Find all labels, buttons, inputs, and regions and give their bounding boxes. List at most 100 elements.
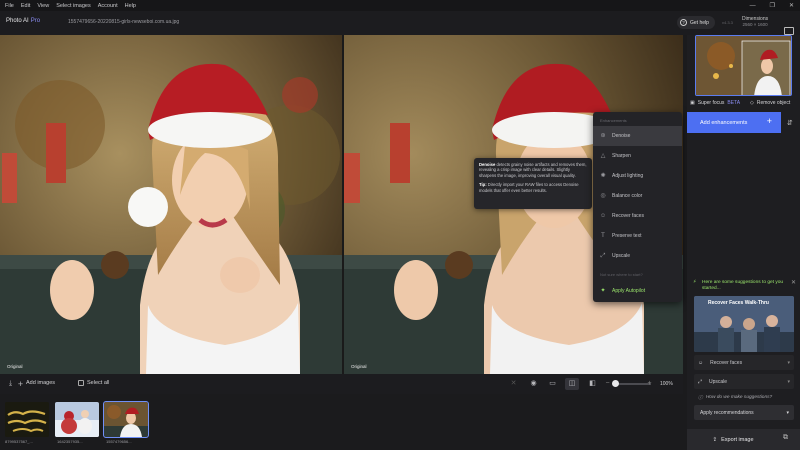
- thumbnail-2[interactable]: [55, 402, 99, 437]
- chevron-down-icon: ▾: [787, 359, 790, 366]
- minimize-icon[interactable]: —: [750, 3, 756, 9]
- zoom-in-icon[interactable]: +: [645, 380, 654, 388]
- filmstrip: 8799537567_... 1642357935... 1557479656.…: [0, 394, 683, 450]
- menu-edit[interactable]: Edit: [21, 3, 30, 9]
- suggestion-recover-faces[interactable]: ☺ Recover faces ▾: [694, 355, 794, 370]
- chevron-down-icon: ▾: [787, 378, 790, 385]
- apply-autopilot-item[interactable]: ✦ Apply Autopilot: [593, 281, 682, 301]
- denoise-icon: ⊛: [600, 133, 606, 139]
- menu-item-label: Denoise: [612, 133, 631, 139]
- suggestions-text: Here are some suggestions to get you sta…: [702, 280, 784, 291]
- image-viewer[interactable]: Original Original Denoise detects grainy…: [0, 35, 683, 374]
- panel-toggle-icon[interactable]: [784, 27, 794, 35]
- suggestion-label: Recover faces: [710, 359, 743, 366]
- menu-view[interactable]: View: [37, 3, 49, 9]
- slider-view-icon[interactable]: ◧: [588, 380, 597, 388]
- menu-item-preserve-text[interactable]: T Preserve text: [593, 226, 682, 246]
- export-settings-icon[interactable]: ⧉: [783, 434, 788, 442]
- tooltip-body: detects grainy noise artifacts and remov…: [479, 162, 587, 178]
- menu-item-label: Adjust lighting: [612, 173, 644, 179]
- eraser-icon: ◇: [750, 100, 754, 106]
- left-pane-label: Original: [7, 364, 23, 369]
- original-pane[interactable]: Original: [0, 35, 342, 374]
- get-help-label: Get help: [690, 19, 709, 26]
- video-title: Recover Faces Walk-Thru: [708, 300, 769, 306]
- remove-object-button[interactable]: ◇ Remove object: [750, 100, 790, 106]
- beta-badge: BETA: [727, 100, 741, 106]
- eye-icon[interactable]: ◉: [529, 380, 538, 388]
- text-icon: T: [601, 233, 605, 239]
- menu-item-label: Balance color: [612, 193, 643, 199]
- menu-item-label: Sharpen: [612, 153, 631, 159]
- thumbnail-image: [5, 402, 49, 437]
- checkbox-icon: [78, 380, 84, 386]
- enhancements-menu: Enhancements ⊛ Denoise △ Sharpen ✺ Adjust l…: [593, 112, 682, 302]
- menu-item-label: Upscale: [612, 253, 631, 259]
- add-enhancements-button[interactable]: Add enhancements +: [687, 112, 781, 133]
- export-image-button[interactable]: ⇪ Export image: [688, 432, 778, 447]
- adjust-icon[interactable]: ⇵: [787, 119, 793, 127]
- menu: File Edit View Select images Account Hel…: [0, 3, 136, 9]
- thumbnail-3-selected[interactable]: [103, 401, 149, 438]
- menu-header: Enhancements: [600, 118, 627, 123]
- add-enhancements-label: Add enhancements: [700, 119, 748, 126]
- menu-item-label: Recover faces: [612, 213, 644, 219]
- navigator-preview[interactable]: [695, 35, 792, 96]
- restore-icon[interactable]: ❐: [770, 2, 775, 9]
- thumbnail-3-name: 1557479656...: [106, 439, 132, 444]
- add-images-button[interactable]: Add images: [26, 380, 55, 386]
- menu-select-images[interactable]: Select images: [56, 3, 91, 9]
- color-icon: ◎: [600, 193, 606, 199]
- suggestion-upscale[interactable]: ⤢ Upscale ▾: [694, 374, 794, 389]
- apply-rec-label: Apply recommendations: [700, 409, 754, 416]
- walkthrough-video[interactable]: Recover Faces Walk-Thru: [694, 296, 794, 352]
- zoom-out-icon[interactable]: −: [603, 380, 612, 388]
- app-name: Photo AI: [6, 18, 29, 24]
- compare-off-icon[interactable]: ✕: [509, 380, 518, 388]
- menu-item-denoise[interactable]: ⊛ Denoise: [593, 126, 682, 146]
- super-focus-label: Super focus: [697, 100, 725, 106]
- single-view-icon[interactable]: ▭: [548, 380, 557, 388]
- super-focus-button[interactable]: ▣ Super focus BETA: [690, 100, 740, 106]
- menu-item-sharpen[interactable]: △ Sharpen: [593, 146, 682, 166]
- close-suggestions-icon[interactable]: ✕: [791, 279, 796, 286]
- select-all-checkbox[interactable]: Select all: [78, 380, 109, 386]
- menu-item-label: Preserve text: [612, 233, 642, 239]
- app-title: Photo AI Pro: [6, 18, 40, 24]
- file-name: 1557479656-20220815-girls-newseboi.com.u…: [68, 19, 180, 25]
- how-link-label: How do we make suggestions?: [705, 395, 773, 400]
- plus-icon: +: [766, 116, 772, 126]
- thumbnail-1-name: 8799537567_...: [5, 439, 33, 444]
- collapse-filmstrip-icon[interactable]: ⤓: [6, 380, 15, 388]
- remove-object-label: Remove object: [756, 100, 791, 106]
- zoom-slider-handle[interactable]: [612, 380, 619, 387]
- chevron-down-icon: ▾: [786, 409, 789, 416]
- menu-item-upscale[interactable]: ⤢ Upscale: [593, 246, 682, 266]
- help-circle-icon: ⓘ: [698, 396, 703, 401]
- menu-file[interactable]: File: [5, 3, 14, 9]
- select-all-label: Select all: [87, 380, 110, 386]
- menu-account[interactable]: Account: [98, 3, 118, 9]
- version-label: v4.3.3: [722, 20, 733, 25]
- zoom-level[interactable]: 100%: [660, 381, 673, 387]
- export-label: Export image: [721, 436, 754, 443]
- suggestions-header: ⚡ Here are some suggestions to get you s…: [693, 280, 789, 292]
- app-edition: Pro: [30, 18, 41, 24]
- split-view-icon[interactable]: ◫: [565, 378, 579, 390]
- plus-icon: +: [17, 379, 24, 389]
- export-bar: ⇪ Export image ⧉: [687, 429, 800, 450]
- menu-item-balance-color[interactable]: ◎ Balance color: [593, 186, 682, 206]
- bolt-icon: ⚡: [693, 280, 697, 285]
- sharpen-icon: △: [600, 153, 606, 159]
- viewer-toolbar: ⤓ + Add images Select all ✕ ◉ ▭ ◫ ◧ − + …: [0, 374, 683, 394]
- menu-item-adjust-lighting[interactable]: ✺ Adjust lighting: [593, 166, 682, 186]
- thumbnail-1[interactable]: [5, 402, 49, 437]
- menu-help[interactable]: Help: [125, 3, 136, 9]
- apply-recommendations-button[interactable]: Apply recommendations ▾: [694, 405, 794, 420]
- menu-item-recover-faces[interactable]: ☺ Recover faces: [593, 206, 682, 226]
- close-icon[interactable]: ✕: [789, 2, 794, 9]
- window-controls: — ❐ ✕: [750, 0, 794, 11]
- get-help-button[interactable]: ? Get help: [677, 16, 715, 29]
- lighting-icon: ✺: [600, 173, 606, 179]
- how-suggestions-link[interactable]: ⓘ How do we make suggestions?: [698, 394, 772, 401]
